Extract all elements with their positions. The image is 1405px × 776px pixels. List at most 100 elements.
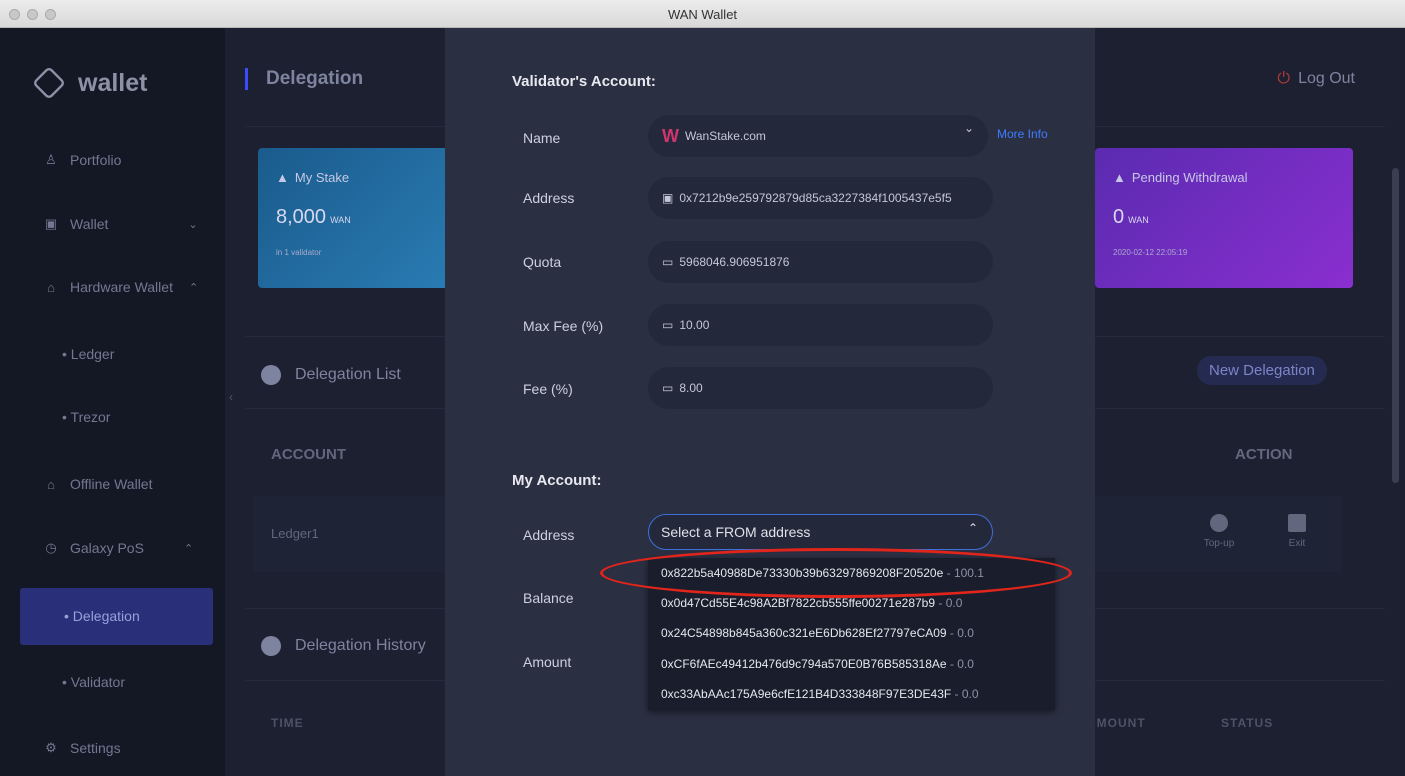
from-address-placeholder: Select a FROM address (661, 524, 811, 540)
sidebar-item-label: Offline Wallet (70, 476, 153, 492)
clock-icon: ◷ (45, 540, 57, 555)
delegation-list-title: Delegation List (261, 365, 401, 385)
collapse-sidebar-icon[interactable]: ‹ (229, 390, 233, 404)
hardware-icon: ⌂ (47, 279, 55, 295)
address-option[interactable]: 0x24C54898b845a360c321eE6Db628Ef27797eCA… (661, 626, 974, 640)
stake-unit: WAN (330, 215, 351, 225)
option-address: 0xc33AbAAc175A9e6cfE121B4D333848F97E3DE4… (661, 687, 952, 701)
power-icon: ⏻ (1277, 70, 1291, 87)
validator-name-value: WanStake.com (685, 129, 766, 143)
card-icon: ▭ (662, 318, 674, 332)
my-address-label: Address (523, 527, 575, 543)
column-header-amount: AMOUNT (1087, 716, 1146, 730)
chevron-up-icon: ⌃ (967, 521, 978, 535)
address-label: Address (523, 190, 575, 206)
sidebar-item-portfolio[interactable]: ♙ Portfolio (44, 152, 121, 168)
fee-value: 8.00 (679, 381, 703, 395)
window-title: WAN Wallet (667, 7, 738, 22)
card-title: ▲ My Stake (276, 170, 349, 185)
chevron-down-icon: ⌄ (188, 218, 198, 231)
option-balance: - 0.0 (946, 626, 974, 640)
sidebar-item-validator[interactable]: • Validator (62, 674, 125, 690)
exit-label: Exit (1288, 538, 1306, 549)
my-stake-card: ▲ My Stake 8,000 WAN in 1 validator (258, 148, 458, 288)
sidebar-item-label: Portfolio (70, 152, 122, 168)
list-icon (261, 365, 281, 385)
option-address: 0x0d47Cd55E4c98A2Bf7822cb555ffe00271e287… (661, 596, 936, 610)
sidebar-item-wallet[interactable]: ▣ Wallet ⌄ (44, 216, 198, 232)
sidebar-item-offline-wallet[interactable]: ⌂ Offline Wallet (44, 476, 152, 492)
option-balance: - 0.0 (951, 687, 979, 701)
validator-address-value: 0x7212b9e259792879d85ca3227384f1005437e5… (679, 191, 952, 205)
sidebar-item-delegation[interactable]: • Delegation (64, 608, 140, 624)
column-header-status: STATUS (1221, 716, 1274, 730)
sidebar-item-ledger[interactable]: • Ledger (62, 346, 114, 362)
sidebar-item-label: Galaxy PoS (70, 540, 144, 556)
scrollbar[interactable] (1392, 168, 1399, 483)
mountain-icon: ▲ (1113, 170, 1126, 185)
sidebar-item-label: Settings (70, 740, 121, 756)
validator-name-select[interactable]: W WanStake.com ⌄ (648, 115, 988, 157)
bank-icon: ⌂ (47, 476, 55, 492)
pending-withdrawal-card: ▲ Pending Withdrawal 0 WAN 2020-02-12 22:0… (1095, 148, 1353, 288)
card-icon: ▭ (662, 255, 674, 269)
column-header-account: ACCOUNT (271, 446, 346, 463)
user-icon: ♙ (45, 152, 57, 167)
exit-icon (1288, 514, 1306, 532)
new-delegation-button[interactable]: New Delegation (1197, 356, 1327, 385)
card-sub: in 1 validator (276, 248, 322, 257)
card-value: 0 WAN (1113, 206, 1149, 229)
section-title-text: Delegation History (295, 637, 426, 654)
quota-label: Quota (523, 254, 562, 270)
wallet-icon: ▣ (44, 216, 58, 231)
card-title: ▲ Pending Withdrawal (1113, 170, 1248, 185)
chevron-down-icon: ⌄ (963, 121, 974, 135)
sidebar-item-label: Wallet (70, 216, 109, 232)
wanstake-logo-icon: W (662, 125, 679, 146)
logo-text: wallet (78, 68, 148, 97)
option-balance: - 0.0 (946, 657, 974, 671)
pending-amount: 0 (1113, 206, 1125, 228)
sidebar-item-galaxy-pos[interactable]: ◷ Galaxy PoS ⌃ (44, 540, 193, 556)
option-address: 0xCF6fAEc49412b476d9c794a570E0B76B585318… (661, 657, 947, 671)
max-fee-value: 10.00 (679, 318, 710, 332)
balance-label: Balance (523, 590, 574, 606)
column-header-time: TIME (271, 716, 304, 730)
sidebar-item-label: Hardware Wallet (70, 279, 173, 295)
my-account-heading: My Account: (512, 472, 602, 489)
address-option[interactable]: 0x0d47Cd55E4c98A2Bf7822cb555ffe00271e287… (661, 596, 962, 610)
fee-label: Fee (%) (523, 381, 573, 397)
from-address-select[interactable]: Select a FROM address ⌃ (648, 514, 993, 550)
quota-value: 5968046.906951876 (679, 255, 790, 269)
logout-button[interactable]: ⏻ Log Out (1277, 70, 1355, 88)
mountain-icon: ▲ (276, 170, 289, 185)
card-sub: 2020-02-12 22:05:19 (1113, 248, 1188, 257)
app-logo: wallet (32, 66, 148, 100)
address-option[interactable]: 0xc33AbAAc175A9e6cfE121B4D333848F97E3DE4… (661, 687, 979, 701)
amount-label: Amount (523, 654, 572, 670)
exit-button[interactable]: Exit (1277, 514, 1317, 549)
wallet-icon: ▣ (662, 191, 674, 205)
validator-address-field: ▣ 0x7212b9e259792879d85ca3227384f1005437… (648, 177, 993, 219)
address-option[interactable]: 0xCF6fAEc49412b476d9c794a570E0B76B585318… (661, 657, 974, 671)
sidebar-item-hardware-wallet[interactable]: ⌂ Hardware Wallet ⌃ (44, 279, 198, 295)
delegation-history-title: Delegation History (261, 636, 426, 656)
option-address: 0x24C54898b845a360c321eE6Db628Ef27797eCA… (661, 626, 947, 640)
sidebar-item-settings[interactable]: ⚙ Settings (44, 740, 121, 756)
page-title: Delegation (245, 68, 363, 90)
card-title-text: My Stake (294, 170, 350, 185)
section-title-text: Delegation List (295, 366, 401, 383)
more-info-link[interactable]: More Info (997, 127, 1048, 141)
history-icon (261, 636, 281, 656)
card-title-text: Pending Withdrawal (1131, 170, 1248, 185)
max-fee-field: ▭ 10.00 (648, 304, 993, 346)
row-account: Ledger1 (271, 526, 319, 541)
pending-unit: WAN (1128, 215, 1149, 225)
sidebar-item-trezor[interactable]: • Trezor (62, 409, 110, 425)
topup-button[interactable]: Top-up (1199, 514, 1239, 549)
card-icon: ▭ (662, 381, 674, 395)
sidebar: wallet ♙ Portfolio ▣ Wallet ⌄ ⌂ Hardware… (0, 28, 225, 776)
validator-account-heading: Validator's Account: (512, 73, 656, 90)
option-balance: - 0.0 (935, 596, 963, 610)
highlight-ring-annotation (600, 548, 1072, 598)
